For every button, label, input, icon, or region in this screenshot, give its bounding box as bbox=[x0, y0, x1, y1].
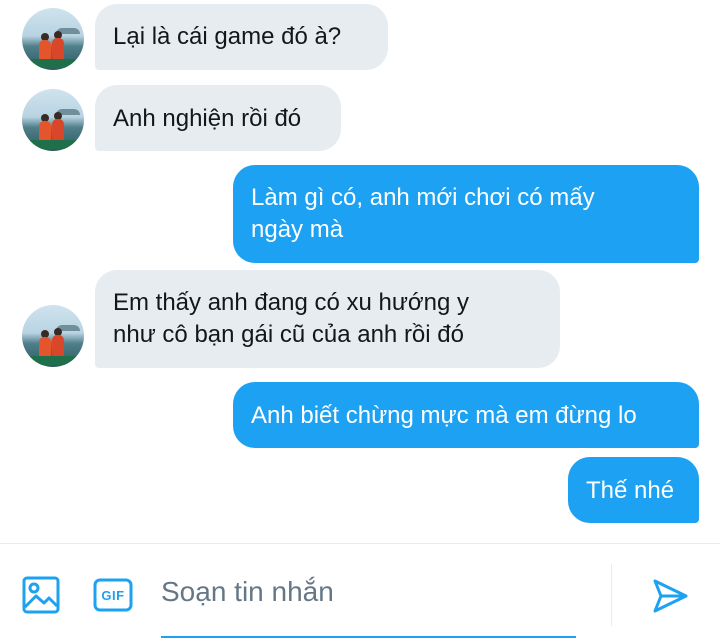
message-composer: GIF Soạn tin nhắn bbox=[0, 543, 720, 642]
message-row: Anh nghiện rồi đó bbox=[0, 80, 720, 156]
message-row: Em thấy anh đang có xu hướng y như cô bạ… bbox=[0, 266, 720, 372]
image-icon[interactable] bbox=[20, 574, 62, 616]
sent-message-bubble[interactable]: Anh biết chừng mực mà em đừng lo bbox=[233, 382, 699, 448]
composer-divider bbox=[611, 564, 612, 626]
sent-message-bubble[interactable]: Thế nhé bbox=[568, 457, 699, 523]
gif-label: GIF bbox=[101, 587, 125, 603]
received-message-bubble[interactable]: Lại là cái game đó à? bbox=[95, 4, 388, 70]
message-row: Anh biết chừng mực mà em đừng lo bbox=[0, 378, 720, 452]
input-underline bbox=[161, 636, 576, 638]
send-icon[interactable] bbox=[648, 574, 692, 618]
conversation-thread: Lại là cái game đó à? Anh nghiện rồi đó … bbox=[0, 0, 720, 543]
contact-avatar[interactable] bbox=[22, 305, 84, 367]
sent-message-bubble[interactable]: Làm gì có, anh mới chơi có mấy ngày mà bbox=[233, 165, 699, 263]
message-row: Lại là cái game đó à? bbox=[0, 0, 720, 72]
received-message-bubble[interactable]: Em thấy anh đang có xu hướng y như cô bạ… bbox=[95, 270, 560, 368]
message-row: Thế nhé bbox=[0, 452, 720, 526]
received-message-bubble[interactable]: Anh nghiện rồi đó bbox=[95, 85, 341, 151]
message-input-placeholder: Soạn tin nhắn bbox=[161, 576, 334, 607]
message-row: Làm gì có, anh mới chơi có mấy ngày mà bbox=[0, 160, 720, 266]
gif-icon[interactable]: GIF bbox=[92, 577, 134, 613]
contact-avatar[interactable] bbox=[22, 89, 84, 151]
message-input[interactable]: Soạn tin nhắn bbox=[161, 562, 576, 638]
contact-avatar[interactable] bbox=[22, 8, 84, 70]
